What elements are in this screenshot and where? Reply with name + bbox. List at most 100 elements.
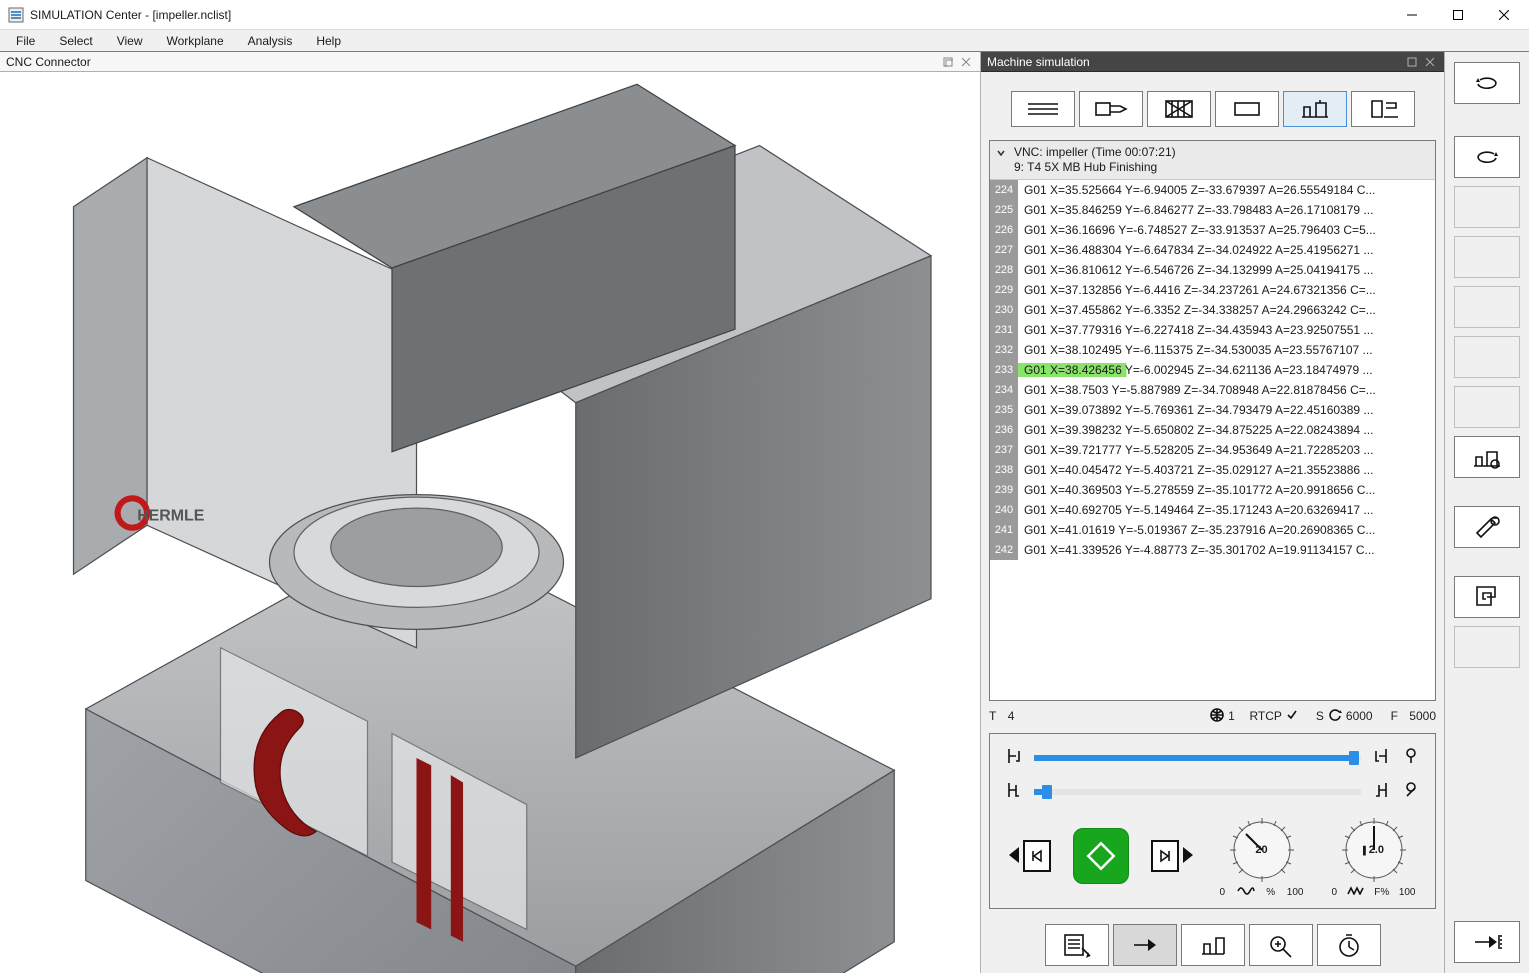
machine-setup-button[interactable] <box>1181 924 1245 966</box>
nc-line[interactable]: 242G01 X=41.339526 Y=-4.88773 Z=-35.3017… <box>990 540 1435 560</box>
nc-line[interactable]: 227G01 X=36.488304 Y=-6.647834 Z=-34.024… <box>990 240 1435 260</box>
buffer-slider[interactable] <box>1034 785 1361 795</box>
wave-icon <box>1237 886 1255 898</box>
cnc-connector-header: CNC Connector <box>0 52 980 72</box>
view-mode-stock-button[interactable] <box>1147 91 1211 127</box>
menu-view[interactable]: View <box>105 30 155 51</box>
nc-line[interactable]: 224G01 X=35.525664 Y=-6.94005 Z=-33.6793… <box>990 180 1435 200</box>
status-rtcp: RTCP <box>1249 709 1281 723</box>
machine-brand-label: HERMLE <box>137 507 204 524</box>
nc-line[interactable]: 233G01 X=38.426456 Y=-6.002945 Z=-34.621… <box>990 360 1435 380</box>
menu-help[interactable]: Help <box>304 30 353 51</box>
minimize-button[interactable] <box>1389 0 1435 30</box>
nc-line[interactable]: 241G01 X=41.01619 Y=-5.019367 Z=-35.2379… <box>990 520 1435 540</box>
menu-analysis[interactable]: Analysis <box>236 30 305 51</box>
cnc-connector-title: CNC Connector <box>6 55 91 69</box>
step-back-button[interactable] <box>1023 840 1051 872</box>
panel-float-icon[interactable] <box>940 54 956 70</box>
spiral-button[interactable] <box>1454 576 1520 618</box>
cnc-connector-panel: CNC Connector <box>0 52 981 973</box>
nc-line[interactable]: 232G01 X=38.102495 Y=-6.115375 Z=-34.530… <box>990 340 1435 360</box>
nc-code-rows[interactable]: 224G01 X=35.525664 Y=-6.94005 Z=-33.6793… <box>990 180 1435 700</box>
settings-button[interactable] <box>1454 506 1520 548</box>
view-mode-blank-button[interactable] <box>1215 91 1279 127</box>
maximize-button[interactable] <box>1435 0 1481 30</box>
view-mode-machine-button[interactable] <box>1283 91 1347 127</box>
nc-line[interactable]: 235G01 X=39.073892 Y=-5.769361 Z=-34.793… <box>990 400 1435 420</box>
side-slot-5[interactable] <box>1454 386 1520 428</box>
status-feed: F 5000 <box>1391 709 1436 723</box>
menu-select[interactable]: Select <box>47 30 104 51</box>
buffer-marker-b-icon[interactable] <box>1401 780 1421 800</box>
side-slot-1[interactable] <box>1454 186 1520 228</box>
side-slot-3[interactable] <box>1454 286 1520 328</box>
side-toolbar <box>1445 52 1529 973</box>
nc-line[interactable]: 230G01 X=37.455862 Y=-6.3352 Z=-34.33825… <box>990 300 1435 320</box>
status-spindle: S 6000 <box>1316 708 1373 725</box>
menu-file[interactable]: File <box>4 30 47 51</box>
nc-line[interactable]: 225G01 X=35.846259 Y=-6.846277 Z=-33.798… <box>990 200 1435 220</box>
nc-line[interactable]: 240G01 X=40.692705 Y=-5.149464 Z=-35.171… <box>990 500 1435 520</box>
nc-line[interactable]: 229G01 X=37.132856 Y=-6.4416 Z=-34.23726… <box>990 280 1435 300</box>
status-axis: 1 <box>1228 709 1235 723</box>
rotate-icon <box>1328 708 1342 725</box>
close-button[interactable] <box>1481 0 1527 30</box>
timeline-marker-a-icon[interactable] <box>1401 746 1421 766</box>
nc-line[interactable]: 231G01 X=37.779316 Y=-6.227418 Z=-34.435… <box>990 320 1435 340</box>
timeline-slider[interactable] <box>1034 751 1361 761</box>
nc-line[interactable]: 234G01 X=38.7503 Y=-5.887989 Z=-34.70894… <box>990 380 1435 400</box>
orbit-cw-button[interactable] <box>1454 62 1520 104</box>
play-button[interactable] <box>1073 828 1129 884</box>
menu-bar: File Select View Workplane Analysis Help <box>0 30 1529 52</box>
sim-bottom-toolbar <box>981 917 1444 973</box>
timer-button[interactable] <box>1317 924 1381 966</box>
nc-line[interactable]: 238G01 X=40.045472 Y=-5.403721 Z=-35.029… <box>990 460 1435 480</box>
nc-line[interactable]: 228G01 X=36.810612 Y=-6.546726 Z=-34.132… <box>990 260 1435 280</box>
globe-icon <box>1210 708 1224 725</box>
nc-line[interactable]: 237G01 X=39.721777 Y=-5.528205 Z=-34.953… <box>990 440 1435 460</box>
timeline-start-icon <box>1004 746 1024 766</box>
nc-program-list: VNC: impeller (Time 00:07:21) 9: T4 5X M… <box>989 140 1436 701</box>
machine-sim-panel: Machine simulation VNC: impeller <box>981 52 1445 973</box>
nc-line[interactable]: 239G01 X=40.369503 Y=-5.278559 Z=-35.101… <box>990 480 1435 500</box>
panel-close-icon[interactable] <box>1422 54 1438 70</box>
nc-header-line1: VNC: impeller (Time 00:07:21) <box>1014 145 1176 160</box>
window-title: SIMULATION Center - [impeller.nclist] <box>30 8 231 22</box>
inspect-button[interactable] <box>1249 924 1313 966</box>
machine-sim-header: Machine simulation <box>981 52 1444 72</box>
nc-line[interactable]: 226G01 X=36.16696 Y=-6.748527 Z=-33.9135… <box>990 220 1435 240</box>
buffer-start-icon <box>1004 780 1024 800</box>
step-fwd-fast-icon[interactable] <box>1179 844 1195 869</box>
collapse-icon[interactable] <box>996 147 1006 161</box>
export-button[interactable] <box>1454 921 1520 963</box>
side-slot-4[interactable] <box>1454 336 1520 378</box>
panel-float-icon[interactable] <box>1404 54 1420 70</box>
feed-override-dial[interactable]: ▌2.0 0 F% 100 <box>1329 814 1419 898</box>
saw-icon <box>1347 886 1365 898</box>
machine-sim-title: Machine simulation <box>987 55 1090 69</box>
app-icon <box>8 7 24 23</box>
run-to-cursor-button[interactable] <box>1113 924 1177 966</box>
view-mode-fixture-button[interactable] <box>1351 91 1415 127</box>
menu-workplane[interactable]: Workplane <box>155 30 236 51</box>
check-icon <box>1286 709 1298 724</box>
title-bar: SIMULATION Center - [impeller.nclist] <box>0 0 1529 30</box>
step-back-fast-icon[interactable] <box>1007 844 1023 869</box>
panel-close-icon[interactable] <box>958 54 974 70</box>
viewport-3d[interactable]: HERMLE <box>0 72 980 973</box>
view-mode-tool-button[interactable] <box>1079 91 1143 127</box>
sim-view-toolbar <box>981 72 1444 140</box>
step-fwd-button[interactable] <box>1151 840 1179 872</box>
orbit-ccw-button[interactable] <box>1454 136 1520 178</box>
playback-panel: 20 0 % 100 <box>989 733 1436 909</box>
program-list-button[interactable] <box>1045 924 1109 966</box>
nc-program-header[interactable]: VNC: impeller (Time 00:07:21) 9: T4 5X M… <box>990 141 1435 180</box>
nc-header-line2: 9: T4 5X MB Hub Finishing <box>1014 160 1176 175</box>
machine-view-button[interactable] <box>1454 436 1520 478</box>
side-slot-2[interactable] <box>1454 236 1520 278</box>
side-slot-6[interactable] <box>1454 626 1520 668</box>
buffer-end-icon <box>1371 780 1391 800</box>
view-mode-lines-button[interactable] <box>1011 91 1075 127</box>
nc-line[interactable]: 236G01 X=39.398232 Y=-5.650802 Z=-34.875… <box>990 420 1435 440</box>
spindle-override-dial[interactable]: 20 0 % 100 <box>1217 814 1307 898</box>
